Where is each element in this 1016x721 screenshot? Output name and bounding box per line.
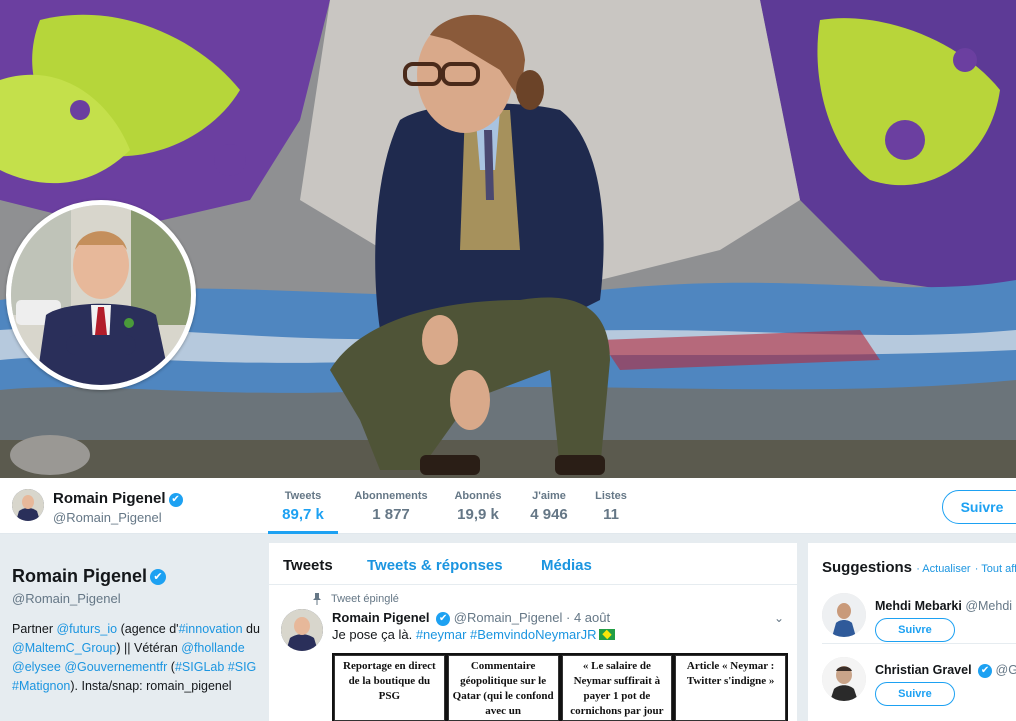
avatar-image xyxy=(11,205,191,385)
hashtag-link[interactable]: #innovation xyxy=(179,622,243,636)
mini-avatar[interactable] xyxy=(12,489,44,521)
mention-link[interactable]: @fhollande xyxy=(181,641,244,655)
timeline-tabs: Tweets Tweets & réponses Médias xyxy=(269,543,797,585)
suggestions-panel: Suggestions · Actualiser · Tout aff Mehd… xyxy=(808,543,1016,721)
verified-badge-icon: ✔ xyxy=(168,493,183,507)
tweet-author-name[interactable]: Romain Pigenel xyxy=(332,610,430,625)
verified-badge-icon: ✔ xyxy=(436,612,451,626)
stat-value: 11 xyxy=(603,506,619,523)
mention-link[interactable]: @MaltemC_Group xyxy=(12,641,116,655)
stat-label: Abonnements xyxy=(354,490,428,502)
suggestion-avatar-image xyxy=(822,593,866,637)
stat-following[interactable]: Abonnements 1 877 xyxy=(352,490,430,523)
stat-value: 19,9 k xyxy=(457,506,499,523)
tab-tweets-replies[interactable]: Tweets & réponses xyxy=(367,557,503,574)
suggestion-item: Christian Gravel ✔ @Gra Suivre xyxy=(822,657,1016,713)
mention-link[interactable]: @Gouvernementfr xyxy=(64,660,167,674)
chevron-down-icon[interactable]: ⌄ xyxy=(774,611,784,625)
tab-tweets[interactable]: Tweets xyxy=(283,557,333,574)
suggestion-follow-button[interactable]: Suivre xyxy=(875,618,955,642)
bio-name[interactable]: Romain Pigenel ✔ xyxy=(12,566,262,587)
profile-bio-card: Romain Pigenel ✔ @Romain_Pigenel Partner … xyxy=(12,566,262,696)
hashtag-link[interactable]: #SIGLab xyxy=(175,660,224,674)
tweet-date[interactable]: 4 août xyxy=(574,610,610,625)
follow-button[interactable]: Suivre xyxy=(942,490,1016,524)
stat-value: 89,7 k xyxy=(282,506,324,523)
pin-icon xyxy=(313,593,321,605)
suggestion-name[interactable]: Christian Gravel ✔ @Gra xyxy=(875,663,1016,678)
media-panel: « Le salaire de Neymar suffirait à payer… xyxy=(561,655,673,721)
media-panel: Article « Neymar : Twitter s'indigne » xyxy=(675,655,786,721)
mention-link[interactable]: @elysee xyxy=(12,660,61,674)
stat-likes[interactable]: J'aime 4 946 xyxy=(522,490,576,523)
mini-avatar-image xyxy=(12,489,44,521)
tweet-author-handle[interactable]: @Romain_Pigenel xyxy=(454,610,563,625)
verified-badge-icon: ✔ xyxy=(150,569,167,585)
stat-label: Listes xyxy=(595,490,627,502)
suggestion-avatar-image xyxy=(822,657,866,701)
stat-label: Abonnés xyxy=(454,490,502,502)
refresh-link[interactable]: · Actualiser xyxy=(916,563,970,575)
suggestion-name[interactable]: Mehdi Mebarki @Mehdi xyxy=(875,599,1012,613)
brazil-flag-icon xyxy=(599,629,616,640)
mini-profile-handle: @Romain_Pigenel xyxy=(53,510,162,525)
stat-label: J'aime xyxy=(532,490,566,502)
divider xyxy=(822,643,1016,644)
view-all-link[interactable]: · Tout aff xyxy=(975,563,1016,575)
suggestion-item: Mehdi Mebarki @Mehdi Suivre xyxy=(822,593,1016,649)
timeline: Tweets Tweets & réponses Médias Tweet ép… xyxy=(269,543,797,721)
suggestion-avatar[interactable] xyxy=(822,593,866,637)
hashtag-link[interactable]: #Matignon xyxy=(12,679,70,693)
bio-handle[interactable]: @Romain_Pigenel xyxy=(12,591,262,606)
stat-label: Tweets xyxy=(284,490,322,502)
tweet-avatar-image xyxy=(281,609,323,651)
pinned-label: Tweet épinglé xyxy=(331,593,399,605)
hashtag-link[interactable]: #BemvindoNeymarJR xyxy=(470,627,596,642)
stat-value: 1 877 xyxy=(372,506,410,523)
tweet-header: Romain Pigenel ✔ @Romain_Pigenel · 4 aoû… xyxy=(332,610,611,626)
mention-link[interactable]: @futurs_io xyxy=(56,622,117,636)
tweet-text: Je pose ça là. #neymar #BemvindoNeymarJR xyxy=(332,627,616,642)
suggestion-follow-button[interactable]: Suivre xyxy=(875,682,955,706)
profile-nav-bar: Romain Pigenel ✔ @Romain_Pigenel Tweets 8… xyxy=(0,478,1016,534)
media-panel: Reportage en direct de la boutique du PS… xyxy=(334,655,445,721)
stat-followers[interactable]: Abonnés 19,9 k xyxy=(448,490,508,523)
verified-badge-icon: ✔ xyxy=(978,664,993,678)
bio-description: Partner @futurs_io (agence d'#innovation… xyxy=(12,622,260,693)
mini-profile-name[interactable]: Romain Pigenel ✔ xyxy=(53,490,183,507)
stat-tweets[interactable]: Tweets 89,7 k xyxy=(268,490,338,534)
hashtag-link[interactable]: #SIG xyxy=(228,660,257,674)
hashtag-link[interactable]: #neymar xyxy=(416,627,467,642)
profile-avatar[interactable] xyxy=(6,200,196,390)
tab-media[interactable]: Médias xyxy=(541,557,592,574)
media-panel: Commentaire géopolitique sur le Qatar (q… xyxy=(447,655,559,721)
tweet-avatar[interactable] xyxy=(281,609,323,651)
suggestion-avatar[interactable] xyxy=(822,657,866,701)
suggestions-title: Suggestions · Actualiser · Tout aff xyxy=(822,559,1016,576)
stat-value: 4 946 xyxy=(530,506,568,523)
stat-lists[interactable]: Listes 11 xyxy=(590,490,632,523)
tweet-media[interactable]: Reportage en direct de la boutique du PS… xyxy=(332,653,788,721)
